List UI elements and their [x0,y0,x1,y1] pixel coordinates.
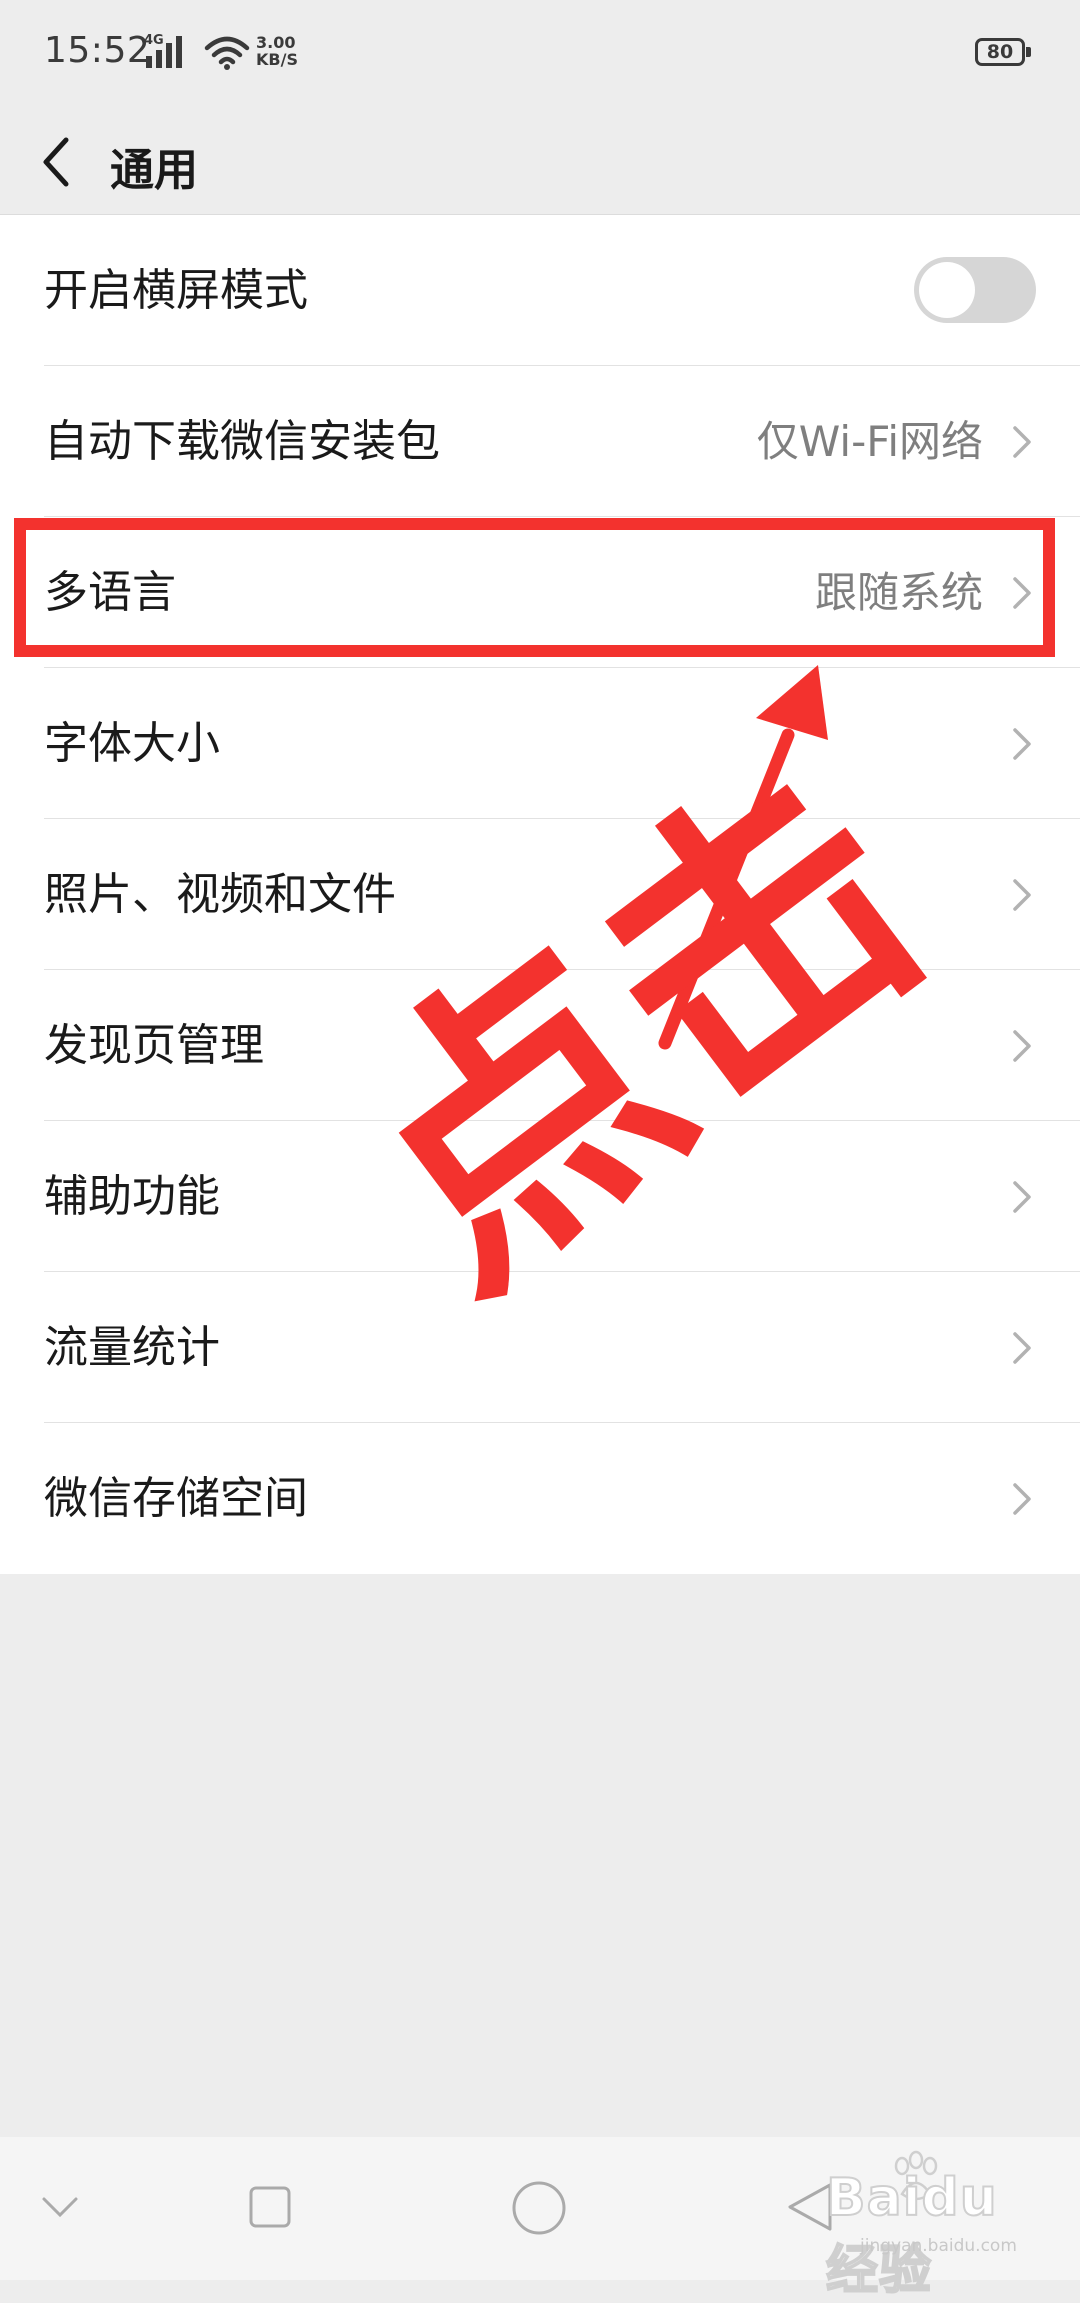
chevron-right-icon [1013,1181,1031,1213]
watermark-url: jingyan.baidu.com [860,2236,1017,2256]
chevron-right-icon [1013,1332,1031,1364]
chevron-right-icon [1013,879,1031,911]
chevron-right-icon [1013,577,1031,609]
page-title: 通用 [110,145,198,196]
setting-language[interactable]: 多语言 跟随系统 [0,517,1080,668]
back-button[interactable] [28,124,104,200]
setting-label: 开启横屏模式 [44,265,308,316]
chevron-right-icon [1013,1483,1031,1515]
setting-value: 仅Wi-Fi网络 [756,417,983,466]
nav-recents-button[interactable] [246,2183,294,2231]
setting-label: 照片、视频和文件 [44,869,396,920]
setting-data-usage[interactable]: 流量统计 [0,1272,1080,1423]
settings-list: 开启横屏模式 自动下载微信安装包 仅Wi-Fi网络 多语言 跟随系统 字体大小 … [0,215,1080,1574]
back-arrow-icon [43,137,69,187]
chevron-right-icon [1013,728,1031,760]
battery-icon: 80 [975,38,1031,68]
setting-label: 多语言 [44,567,176,618]
setting-font-size[interactable]: 字体大小 [0,668,1080,819]
nav-home-button[interactable] [511,2180,567,2236]
square-icon [249,2186,291,2228]
setting-storage[interactable]: 微信存储空间 [0,1423,1080,1574]
navigation-header: 通用 [0,110,1080,215]
signal-icon: 4G [144,34,192,70]
setting-value: 跟随系统 [814,568,983,617]
network-speed-unit: KB/S [256,50,298,69]
network-speed-value: 3.00 [256,33,296,52]
setting-landscape-mode: 开启横屏模式 [0,215,1080,366]
wifi-icon [204,36,250,70]
setting-label: 字体大小 [44,718,220,769]
setting-media-files[interactable]: 照片、视频和文件 [0,819,1080,970]
chevron-down-icon [42,2197,78,2218]
setting-label: 微信存储空间 [44,1473,308,1524]
status-bar: 15:52 4G 3.00 KB/S 80 [0,0,1080,110]
setting-label: 自动下载微信安装包 [44,416,440,467]
setting-auto-download[interactable]: 自动下载微信安装包 仅Wi-Fi网络 [0,366,1080,517]
baidu-watermark: Baidu经验 jingyan.baidu.com [778,2150,1040,2302]
status-time: 15:52 [44,30,151,71]
setting-discover-management[interactable]: 发现页管理 [0,970,1080,1121]
setting-accessibility[interactable]: 辅助功能 [0,1121,1080,1272]
battery-level: 80 [986,41,1014,63]
nav-collapse-button[interactable] [36,2183,84,2231]
setting-label: 流量统计 [44,1322,220,1373]
setting-label: 辅助功能 [44,1171,220,1222]
circle-icon [512,2181,566,2235]
landscape-mode-toggle[interactable] [914,257,1036,323]
network-type-label: 4G [144,33,164,48]
setting-label: 发现页管理 [44,1020,264,1071]
toggle-knob [919,262,975,318]
chevron-right-icon [1013,426,1031,458]
chevron-right-icon [1013,1030,1031,1062]
network-speed: 3.00 KB/S [256,34,298,68]
